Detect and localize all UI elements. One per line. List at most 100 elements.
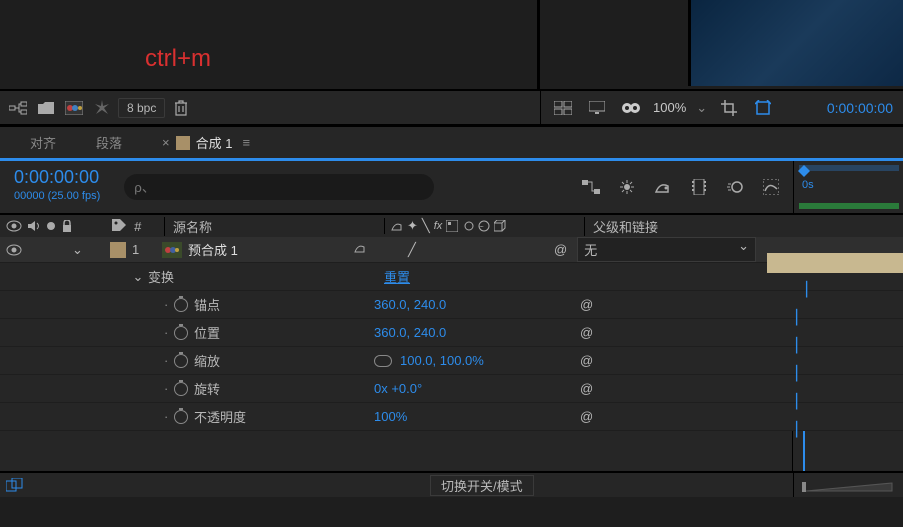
shy-icon[interactable] — [651, 175, 675, 199]
layer-color-swatch[interactable] — [110, 242, 126, 258]
timecode-block[interactable]: 0:00:00:00 00000 (25.00 fps) — [0, 161, 114, 213]
preview-thumbnail[interactable] — [688, 0, 903, 86]
keyframe-marker[interactable]: ⎮ — [793, 365, 800, 382]
trash-icon[interactable] — [169, 96, 193, 120]
keyframe-marker[interactable]: ⎮ — [793, 309, 800, 326]
3d-col-icon[interactable] — [494, 220, 506, 232]
scale-value[interactable]: 100.0, 100.0% — [374, 353, 574, 368]
adjust-col-icon[interactable] — [478, 220, 490, 232]
tab-label: 合成 1 — [196, 133, 233, 152]
frame-info: 00000 (25.00 fps) — [14, 190, 100, 202]
frame-blend-col-icon[interactable] — [446, 220, 458, 232]
shy-col-icon[interactable] — [391, 220, 403, 232]
layer-row[interactable]: ⌄ 1 预合成 1 ╱ @ 无 — [0, 237, 903, 263]
stopwatch-icon[interactable] — [174, 298, 188, 312]
viewer-toolbar-right: 100% ⌄ 0:00:00:00 — [540, 91, 903, 124]
panel-divider[interactable] — [537, 0, 540, 90]
opacity-value[interactable]: 100% — [374, 409, 574, 424]
top-preview-area: ctrl+m — [0, 0, 903, 90]
keyframe-marker[interactable]: ⎮ — [803, 281, 810, 298]
anchor-value[interactable]: 360.0, 240.0 — [374, 297, 574, 312]
timeline-search — [114, 161, 579, 213]
bit-depth-label[interactable]: 8 bpc — [118, 98, 165, 118]
stopwatch-icon[interactable] — [174, 382, 188, 396]
burst-icon[interactable] — [90, 96, 114, 120]
rotation-value[interactable]: 0x +0.0° — [374, 381, 574, 396]
solo-icon[interactable] — [46, 221, 56, 231]
stopwatch-icon[interactable] — [174, 326, 188, 340]
pickwhip-icon[interactable]: @ — [580, 353, 593, 368]
pickwhip-icon[interactable]: @ — [580, 409, 593, 424]
flow-icon[interactable] — [6, 96, 30, 120]
parent-dropdown[interactable]: 无 — [577, 237, 756, 262]
bounds-icon[interactable] — [751, 96, 775, 120]
tab-composition[interactable]: × 合成 1 ≡ — [142, 127, 270, 158]
dash-col-icon[interactable]: ╲ — [422, 218, 430, 234]
mask-icon[interactable] — [619, 96, 643, 120]
pickwhip-icon[interactable]: @ — [580, 381, 593, 396]
montage-icon[interactable] — [551, 96, 575, 120]
parent-cell: @ 无 — [548, 237, 756, 262]
graph-icon[interactable] — [759, 175, 783, 199]
layer-shy-switch[interactable] — [354, 242, 366, 258]
tab-close-icon[interactable]: × — [162, 135, 170, 150]
rotation-row: · 旋转 0x +0.0° @ ⎮ — [0, 375, 903, 403]
transform-twirl[interactable]: ⌄ — [128, 269, 148, 285]
pickwhip-icon[interactable]: @ — [554, 242, 567, 257]
position-value[interactable]: 360.0, 240.0 — [374, 325, 574, 340]
reset-link[interactable]: 重置 — [384, 267, 584, 286]
keyframe-marker[interactable]: ⎮ — [793, 393, 800, 410]
star-col-icon[interactable]: ✦ — [407, 218, 418, 234]
node-icon[interactable] — [579, 175, 603, 199]
crop-icon[interactable] — [717, 96, 741, 120]
playhead[interactable] — [803, 431, 805, 471]
tab-align[interactable]: 对齐 — [10, 127, 76, 158]
search-input[interactable] — [124, 174, 434, 200]
time-ruler-zone[interactable]: 0s — [793, 161, 903, 213]
motion-blur-icon[interactable] — [723, 175, 747, 199]
source-name-column[interactable]: 源名称 — [164, 217, 384, 236]
panel-tab-bar: 对齐 段落 × 合成 1 ≡ — [0, 124, 903, 158]
zoom-slider[interactable] — [794, 473, 903, 499]
switches-column: ✦ ╲ fx — [384, 218, 584, 234]
parent-column[interactable]: 父级和链接 — [584, 217, 792, 236]
precomp-icon — [162, 242, 182, 258]
layer-twirl[interactable]: ⌄ — [72, 242, 88, 258]
folder-icon[interactable] — [34, 96, 58, 120]
monitor-icon[interactable] — [585, 96, 609, 120]
index-column[interactable]: # — [134, 219, 141, 234]
timeline-footer: 切换开关/模式 — [0, 471, 903, 497]
sparkle-icon[interactable] — [615, 175, 639, 199]
tag-icon[interactable] — [112, 219, 126, 233]
chevron-down-icon[interactable]: ⌄ — [696, 100, 707, 116]
toggle-switches-modes[interactable]: 切换开关/模式 — [430, 475, 534, 496]
frame-blend-icon[interactable] — [0, 478, 30, 492]
current-timecode[interactable]: 0:00:00:00 — [14, 167, 100, 188]
layer-index: 1 — [132, 242, 162, 257]
pickwhip-icon[interactable]: @ — [580, 325, 593, 340]
layer-quality-switch[interactable]: ╱ — [408, 242, 416, 258]
keyframe-marker[interactable]: ⎮ — [793, 337, 800, 354]
zoom-level[interactable]: 100% — [653, 100, 686, 115]
layer-av-switches: ⌄ — [0, 242, 104, 258]
motion-blur-col-icon[interactable] — [462, 220, 474, 232]
pickwhip-icon[interactable]: @ — [580, 297, 593, 312]
lock-icon[interactable] — [62, 220, 72, 232]
eye-toggle[interactable] — [6, 244, 22, 256]
viewer-timecode[interactable]: 0:00:00:00 — [827, 100, 893, 116]
speaker-icon[interactable] — [28, 220, 40, 232]
eye-icon[interactable] — [6, 220, 22, 232]
fx-col-icon[interactable]: fx — [434, 220, 443, 232]
comp-new-icon[interactable] — [62, 96, 86, 120]
tab-menu-icon[interactable]: ≡ — [242, 135, 250, 150]
stopwatch-icon[interactable] — [174, 354, 188, 368]
layer-name[interactable]: 预合成 1 — [188, 240, 348, 259]
opacity-row: · 不透明度 100% @ ⎮ — [0, 403, 903, 431]
constrain-icon[interactable] — [374, 355, 392, 367]
comp-tab-icon — [176, 136, 190, 150]
tab-paragraph[interactable]: 段落 — [76, 127, 142, 158]
filmstrip-icon[interactable] — [687, 175, 711, 199]
layer-duration-bar[interactable] — [767, 253, 903, 273]
position-row: · 位置 360.0, 240.0 @ ⎮ — [0, 319, 903, 347]
stopwatch-icon[interactable] — [174, 410, 188, 424]
